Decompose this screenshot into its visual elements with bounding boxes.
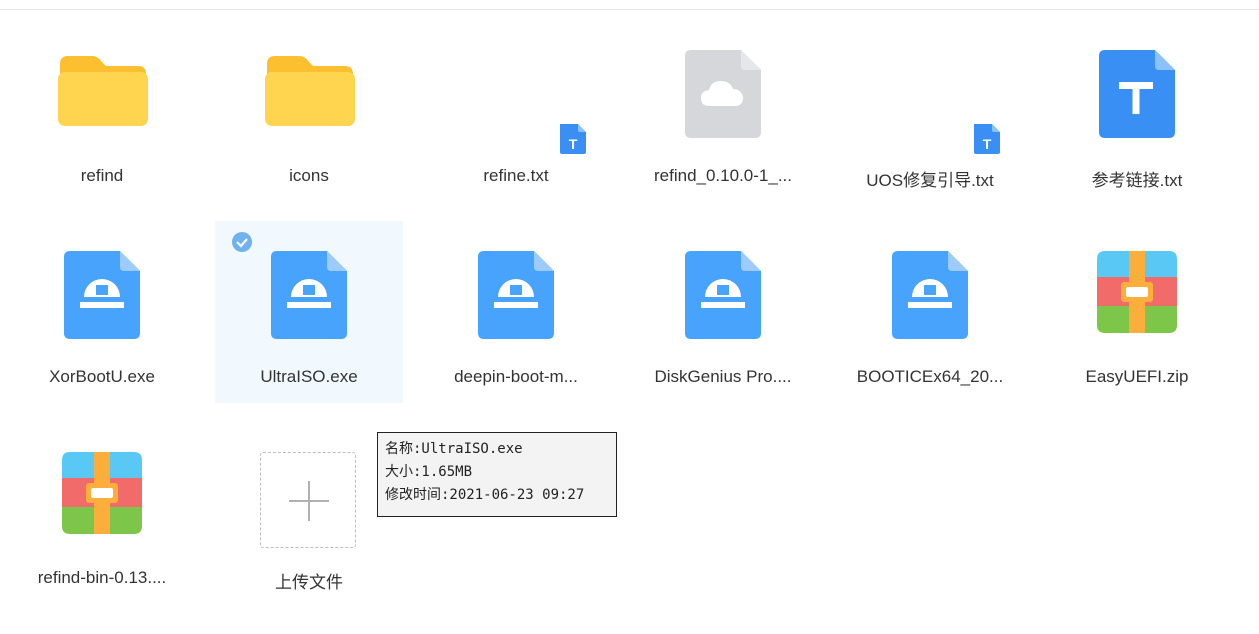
upload-file-button[interactable]: 上传文件 — [215, 422, 403, 604]
file-item-ultraiso[interactable]: UltraISO.exe — [215, 221, 403, 403]
executable-icon — [8, 249, 196, 349]
file-name: DiskGenius Pro.... — [654, 367, 792, 386]
file-item-refind-bin-zip[interactable]: refind-bin-0.13.... — [8, 422, 196, 604]
upload-label: 上传文件 — [275, 573, 343, 592]
file-item-refind-deb[interactable]: refind_0.10.0-1_... — [629, 20, 817, 202]
tooltip-modified: 修改时间:2021-06-23 09:27 — [385, 487, 585, 503]
file-grid: refind icons T refine.txt refind_0.10.0-… — [0, 0, 1259, 634]
executable-icon — [422, 249, 610, 349]
file-item-easyuefi-zip[interactable]: EasyUEFI.zip — [1043, 221, 1231, 403]
svg-text:T: T — [983, 136, 992, 152]
file-name: BOOTICEx64_20... — [856, 367, 1004, 386]
file-name: deepin-boot-m... — [454, 367, 578, 386]
file-name: UOS修复引导.txt — [866, 171, 994, 190]
file-item-deepin-boot[interactable]: deepin-boot-m... — [422, 221, 610, 403]
executable-icon — [629, 249, 817, 349]
tooltip-size: 大小:1.65MB — [385, 464, 473, 480]
file-item-icons[interactable]: icons — [215, 20, 403, 202]
folder-icon — [215, 48, 403, 148]
file-item-refind[interactable]: refind — [8, 20, 196, 202]
file-item-links-txt[interactable]: 参考链接.txt — [1043, 20, 1231, 202]
executable-icon — [215, 249, 403, 349]
file-name: icons — [289, 166, 329, 185]
archive-icon — [8, 450, 196, 550]
archive-icon — [1043, 249, 1231, 349]
folder-icon — [8, 48, 196, 148]
upload-dropzone[interactable] — [260, 452, 356, 548]
text-document-icon — [1043, 48, 1231, 148]
file-name: refind-bin-0.13.... — [37, 568, 167, 587]
file-name: XorBootU.exe — [49, 367, 155, 386]
text-file-icon: T — [422, 48, 610, 154]
file-item-refine-txt[interactable]: T refine.txt — [422, 20, 610, 202]
file-name: EasyUEFI.zip — [1085, 367, 1189, 386]
file-info-tooltip: 名称:UltraISO.exe 大小:1.65MB 修改时间:2021-06-2… — [377, 432, 617, 517]
file-item-diskgenius[interactable]: DiskGenius Pro.... — [629, 221, 817, 403]
file-name: refind_0.10.0-1_... — [654, 166, 792, 185]
file-item-xorbootu[interactable]: XorBootU.exe — [8, 221, 196, 403]
file-name: UltraISO.exe — [260, 367, 358, 386]
svg-text:T: T — [569, 136, 578, 152]
file-name: refine.txt — [483, 166, 549, 185]
tooltip-name: 名称:UltraISO.exe — [385, 441, 523, 457]
text-file-icon: T — [836, 48, 1024, 154]
file-item-uos-txt[interactable]: T UOS修复引导.txt — [836, 20, 1024, 202]
file-item-bootice[interactable]: BOOTICEx64_20... — [836, 221, 1024, 403]
file-name: refind — [80, 166, 124, 185]
cloud-file-icon — [629, 48, 817, 148]
file-name: 参考链接.txt — [1091, 171, 1183, 190]
plus-icon — [289, 481, 329, 521]
executable-icon — [836, 249, 1024, 349]
